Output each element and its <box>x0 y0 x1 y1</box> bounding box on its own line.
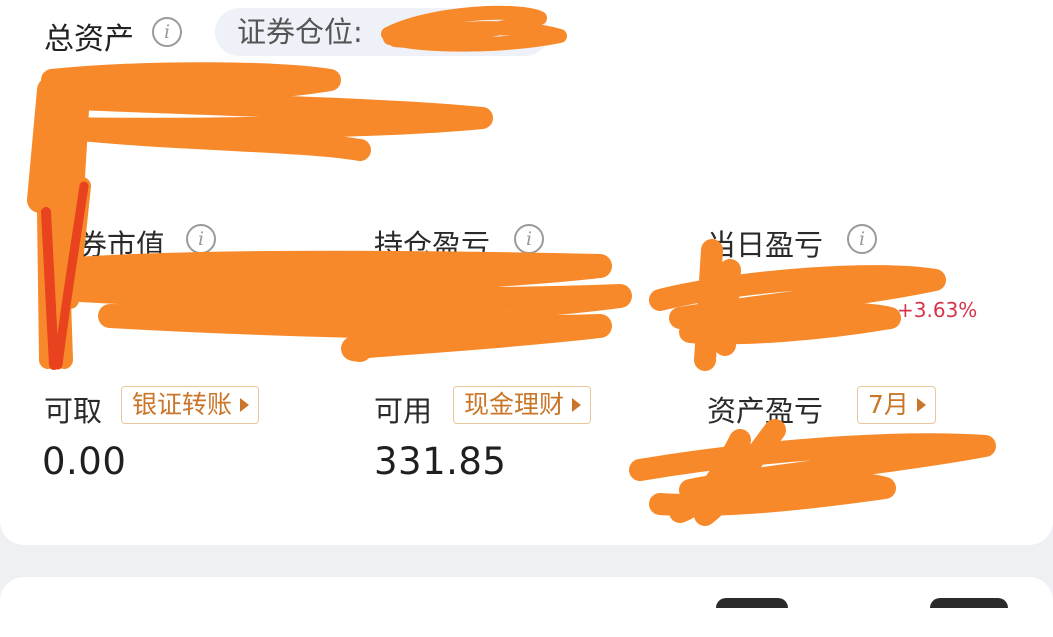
withdrawable-label: 可取 <box>44 394 103 428</box>
info-icon[interactable]: i <box>847 224 877 254</box>
secondary-card <box>0 577 1053 637</box>
asset-pnl-label: 资产盈亏 <box>707 394 824 428</box>
info-icon[interactable]: i <box>186 224 216 254</box>
available-label: 可用 <box>374 394 433 428</box>
bank-transfer-label: 银证转账 <box>132 390 233 419</box>
position-label: 证券仓位: <box>237 15 363 49</box>
position-pill[interactable]: 证券仓位: <box>215 8 549 56</box>
info-icon[interactable]: i <box>152 17 182 47</box>
tab-edge-right <box>930 598 1008 608</box>
daily-pnl-label: 当日盈亏 <box>707 228 824 262</box>
assets-card: 总资产 i 证券仓位: 券市值 i 持仓盈亏 i 当日盈亏 i +3.63% 可… <box>0 0 1053 545</box>
bank-transfer-button[interactable]: 银证转账 <box>121 386 260 424</box>
cash-wealth-label: 现金理财 <box>464 390 565 419</box>
holding-pnl-label: 持仓盈亏 <box>374 228 491 262</box>
month-selector-label: 7月 <box>868 390 909 419</box>
cash-wealth-button[interactable]: 现金理财 <box>453 386 592 424</box>
available-value: 331.85 <box>374 440 507 483</box>
total-assets-text: 总资产 <box>44 22 134 57</box>
tab-edge-left <box>716 598 788 608</box>
withdrawable-value: 0.00 <box>42 440 127 483</box>
month-selector-button[interactable]: 7月 <box>857 386 936 424</box>
info-icon[interactable]: i <box>514 224 544 254</box>
total-assets-label: 总资产 <box>44 14 134 58</box>
daily-pnl-percent: +3.63% <box>897 298 978 322</box>
market-value-label: 券市值 <box>78 228 166 262</box>
